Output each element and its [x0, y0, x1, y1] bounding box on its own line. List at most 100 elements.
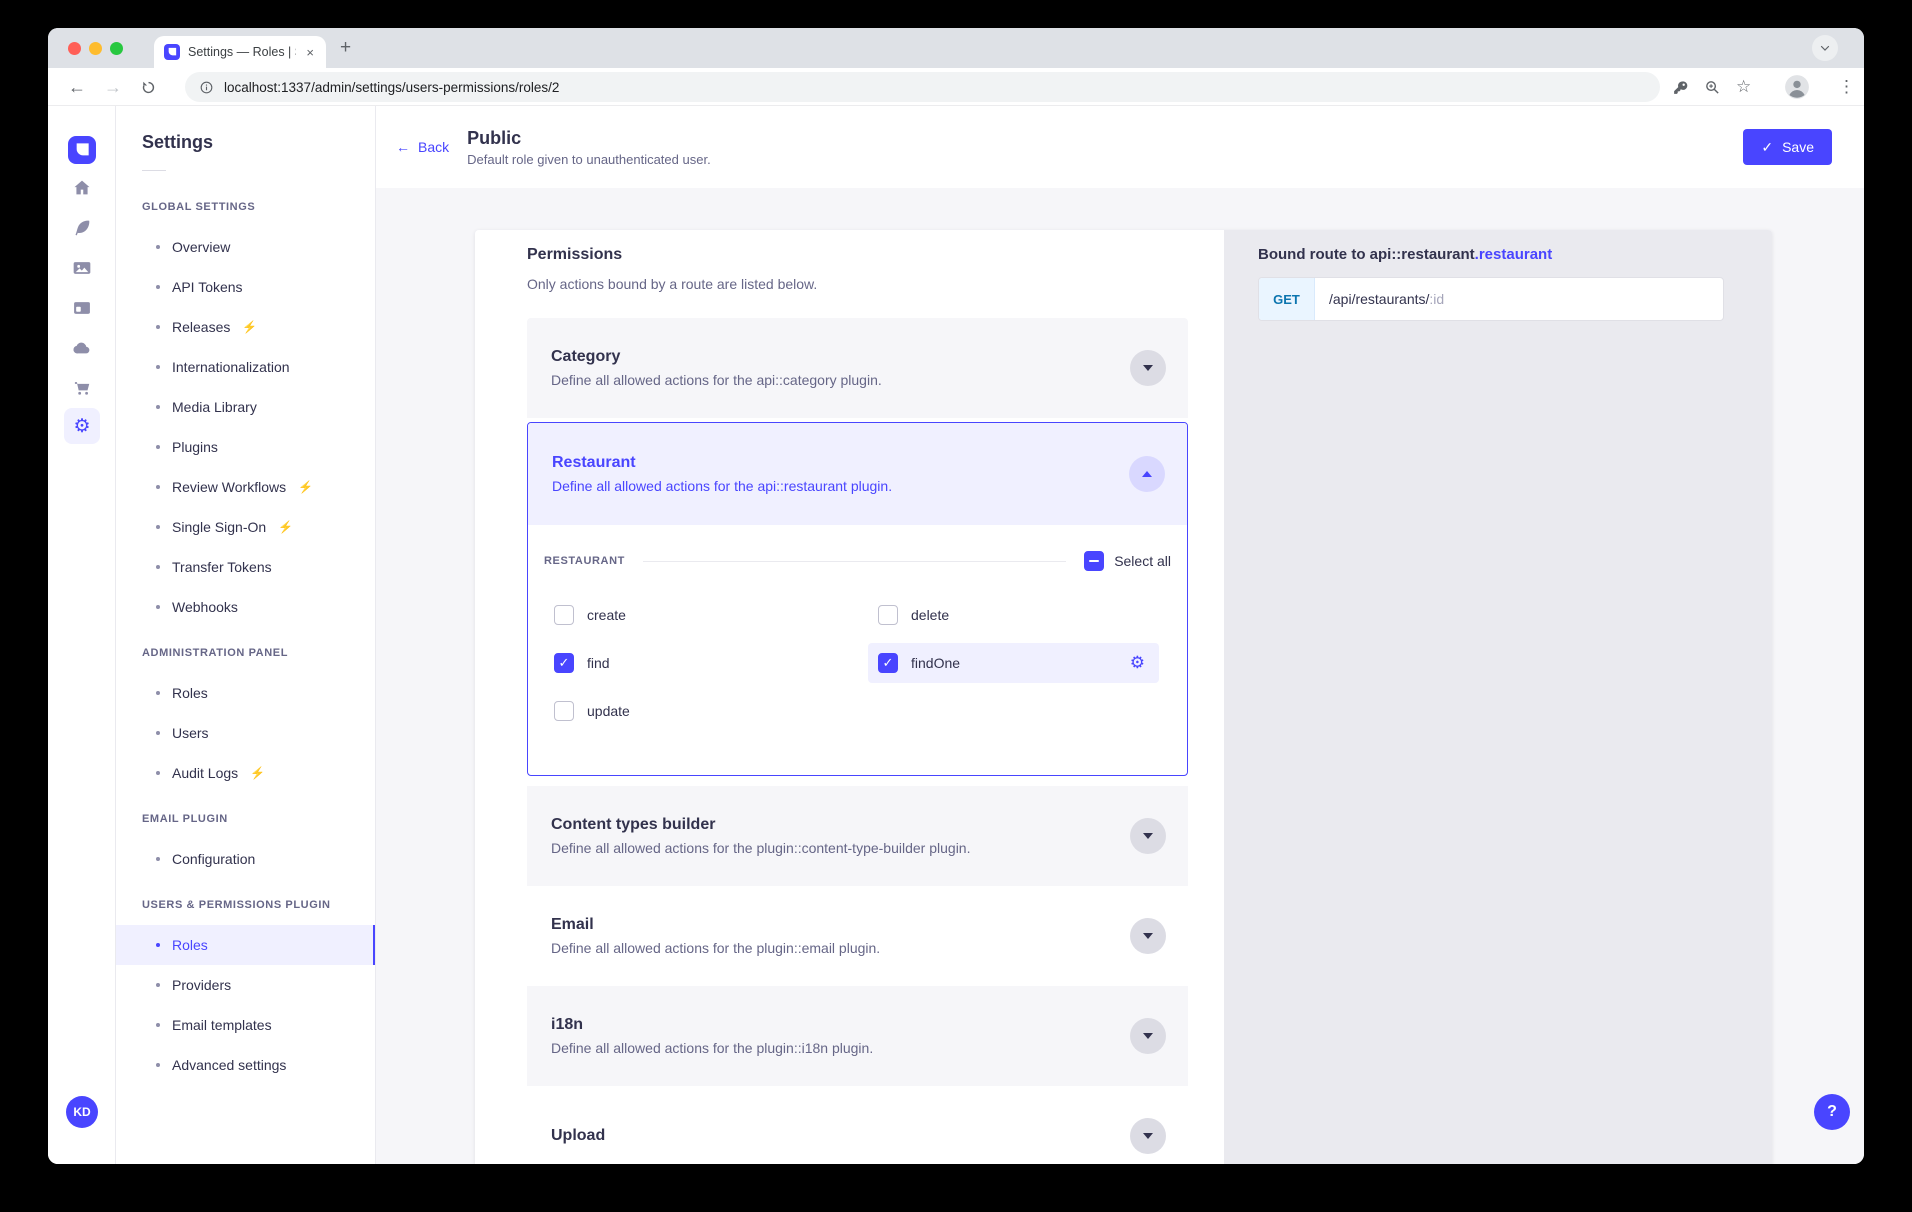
bullet-icon: [156, 1023, 160, 1027]
action-delete: delete: [868, 595, 1171, 635]
accordion-email[interactable]: Email Define all allowed actions for the…: [527, 886, 1188, 986]
media-library-icon[interactable]: [70, 256, 94, 280]
bullet-icon: [156, 485, 160, 489]
zoom-page-icon[interactable]: [1704, 68, 1721, 106]
strapi-logo[interactable]: [68, 136, 96, 164]
expand-accordion-button[interactable]: [1130, 1118, 1166, 1154]
bullet-icon: [156, 445, 160, 449]
action-label: delete: [911, 607, 949, 623]
bullet-icon: [156, 857, 160, 861]
close-window-button[interactable]: [68, 42, 81, 55]
accordion-category[interactable]: Category Define all allowed actions for …: [527, 318, 1188, 418]
action-label: create: [587, 607, 626, 623]
sidebar-item-single-sign-on[interactable]: Single Sign-On⚡: [116, 507, 375, 547]
content-scroll-area[interactable]: Permissions Only actions bound by a rout…: [376, 188, 1864, 1164]
new-tab-button[interactable]: +: [340, 37, 351, 59]
accordion-i18n[interactable]: i18n Define all allowed actions for the …: [527, 986, 1188, 1086]
site-info-icon[interactable]: [199, 80, 214, 95]
content-type-builder-icon[interactable]: [70, 296, 94, 320]
findone-checkbox[interactable]: [878, 653, 898, 673]
chevron-down-icon: [1143, 365, 1153, 371]
browser-tab[interactable]: Settings — Roles | Strapi ×: [154, 36, 326, 68]
sidebar-item-admin-roles[interactable]: Roles: [116, 673, 375, 713]
browser-menu-icon[interactable]: ⋮: [1838, 68, 1855, 106]
sidebar-item-audit-logs[interactable]: Audit Logs⚡: [116, 753, 375, 793]
permissions-panel: Permissions Only actions bound by a rout…: [475, 230, 1224, 1164]
sidebar-item-providers[interactable]: Providers: [116, 965, 375, 1005]
accordion-upload[interactable]: Upload: [527, 1086, 1188, 1164]
browser-profile-avatar[interactable]: [1784, 68, 1810, 106]
sidebar-item-releases[interactable]: Releases⚡: [116, 307, 375, 347]
content-manager-icon[interactable]: [70, 216, 94, 240]
action-label: findOne: [911, 655, 960, 671]
zoom-window-button[interactable]: [110, 42, 123, 55]
tab-search-button[interactable]: [1812, 35, 1838, 61]
save-button[interactable]: ✓ Save: [1743, 129, 1832, 165]
sidebar-item-configuration[interactable]: Configuration: [116, 839, 375, 879]
settings-gear-icon[interactable]: ⚙: [64, 408, 100, 444]
sidebar-item-review-workflows[interactable]: Review Workflows⚡: [116, 467, 375, 507]
bullet-icon: [156, 325, 160, 329]
sidebar-item-users[interactable]: Users: [116, 713, 375, 753]
action-label: update: [587, 703, 630, 719]
accordion-content-types-builder[interactable]: Content types builder Define all allowed…: [527, 786, 1188, 886]
minimize-window-button[interactable]: [89, 42, 102, 55]
section-header-administration-panel: ADMINISTRATION PANEL: [116, 633, 375, 673]
browser-reload-button[interactable]: [140, 68, 157, 106]
update-checkbox[interactable]: [554, 701, 574, 721]
browser-back-button[interactable]: ←: [68, 68, 86, 106]
help-button[interactable]: ?: [1814, 1094, 1850, 1130]
bookmark-star-icon[interactable]: ☆: [1736, 68, 1751, 106]
action-settings-gear-icon[interactable]: ⚙: [1130, 653, 1145, 673]
sidebar-item-webhooks[interactable]: Webhooks: [116, 587, 375, 627]
create-checkbox[interactable]: [554, 605, 574, 625]
chevron-down-icon: [1143, 1033, 1153, 1039]
password-manager-icon[interactable]: [1672, 68, 1689, 106]
bullet-icon: [156, 285, 160, 289]
expand-accordion-button[interactable]: [1130, 1018, 1166, 1054]
sidebar-item-internationalization[interactable]: Internationalization: [116, 347, 375, 387]
tab-title: Settings — Roles | Strapi: [188, 45, 296, 59]
accordion-description: Define all allowed actions for the api::…: [551, 372, 1130, 388]
back-link[interactable]: ← Back: [396, 139, 449, 155]
route-field[interactable]: GET /api/restaurants/:id: [1258, 277, 1724, 321]
permissions-title: Permissions: [527, 246, 1188, 264]
collapse-accordion-button[interactable]: [1129, 456, 1165, 492]
marketplace-cart-icon[interactable]: [70, 376, 94, 400]
restaurant-section-row: RESTAURANT Select all: [544, 551, 1171, 571]
delete-checkbox[interactable]: [878, 605, 898, 625]
window-controls: [68, 42, 123, 55]
sidebar-item-plugins[interactable]: Plugins: [116, 427, 375, 467]
browser-forward-button[interactable]: →: [104, 68, 122, 106]
accordion-title: i18n: [551, 1016, 1130, 1034]
sidebar-item-media-library[interactable]: Media Library: [116, 387, 375, 427]
home-icon[interactable]: [70, 176, 94, 200]
deploy-cloud-icon[interactable]: [70, 336, 94, 360]
bullet-icon: [156, 691, 160, 695]
sidebar-item-up-roles[interactable]: Roles: [116, 925, 375, 965]
section-header-users-permissions-plugin: USERS & PERMISSIONS PLUGIN: [116, 885, 375, 925]
accordion-list: Category Define all allowed actions for …: [527, 318, 1188, 1164]
find-checkbox[interactable]: [554, 653, 574, 673]
select-all-checkbox[interactable]: [1084, 551, 1104, 571]
http-method-badge: GET: [1259, 278, 1315, 320]
accordion-title: Restaurant: [552, 454, 1129, 472]
sidebar-item-email-templates[interactable]: Email templates: [116, 1005, 375, 1045]
user-avatar[interactable]: KD: [66, 1096, 98, 1128]
expand-accordion-button[interactable]: [1130, 918, 1166, 954]
bullet-icon: [156, 405, 160, 409]
expand-accordion-button[interactable]: [1130, 350, 1166, 386]
sidebar-item-api-tokens[interactable]: API Tokens: [116, 267, 375, 307]
sidebar-item-transfer-tokens[interactable]: Transfer Tokens: [116, 547, 375, 587]
accordion-restaurant-header[interactable]: Restaurant Define all allowed actions fo…: [528, 423, 1187, 525]
sidebar-item-advanced-settings[interactable]: Advanced settings: [116, 1045, 375, 1085]
url-text: localhost:1337/admin/settings/users-perm…: [224, 80, 559, 95]
action-label: find: [587, 655, 610, 671]
expand-accordion-button[interactable]: [1130, 818, 1166, 854]
address-bar[interactable]: localhost:1337/admin/settings/users-perm…: [185, 72, 1660, 102]
bound-route-panel: Bound route to api::restaurant.restauran…: [1224, 230, 1772, 1164]
action-findone[interactable]: findOne ⚙: [868, 643, 1159, 683]
sidebar-item-overview[interactable]: Overview: [116, 227, 375, 267]
section-header-email-plugin: EMAIL PLUGIN: [116, 799, 375, 839]
tab-close-icon[interactable]: ×: [304, 45, 316, 60]
